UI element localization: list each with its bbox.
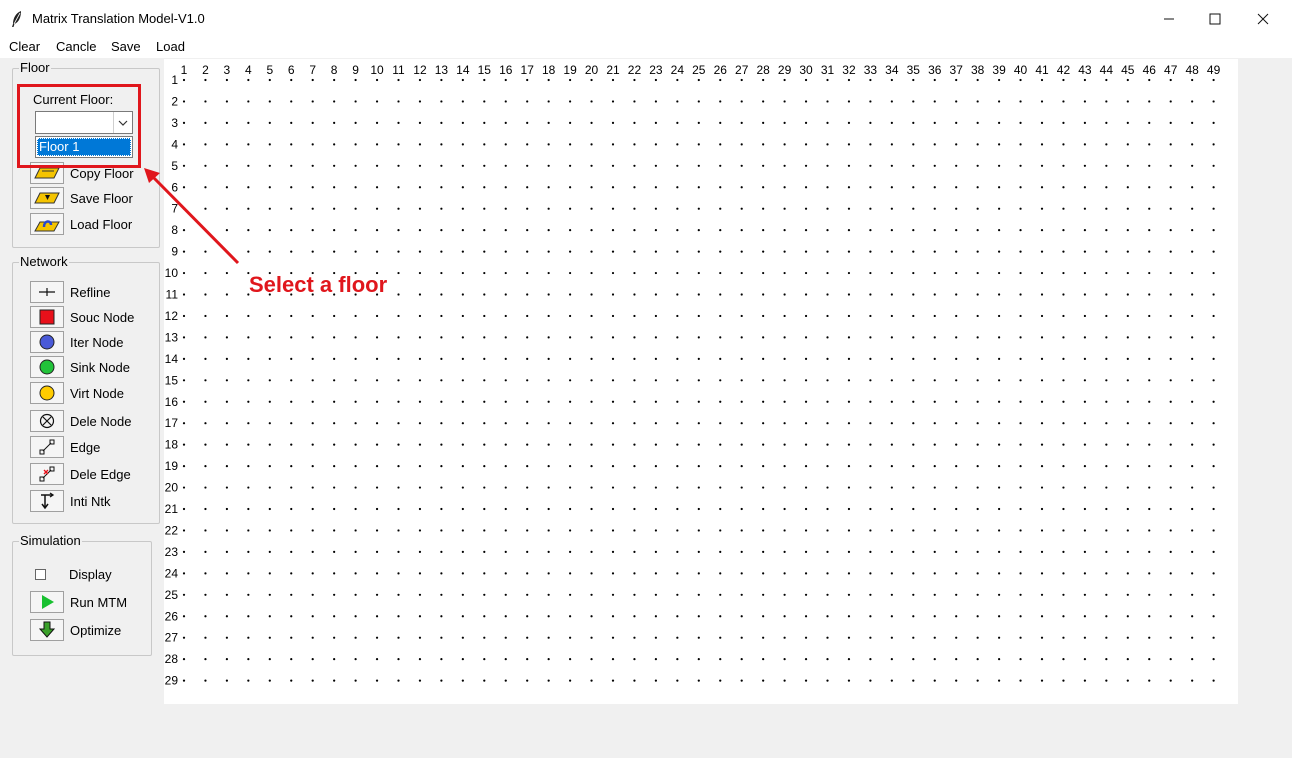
annotation-text: Select a floor bbox=[249, 272, 388, 297]
annotation-arrow bbox=[144, 168, 240, 265]
